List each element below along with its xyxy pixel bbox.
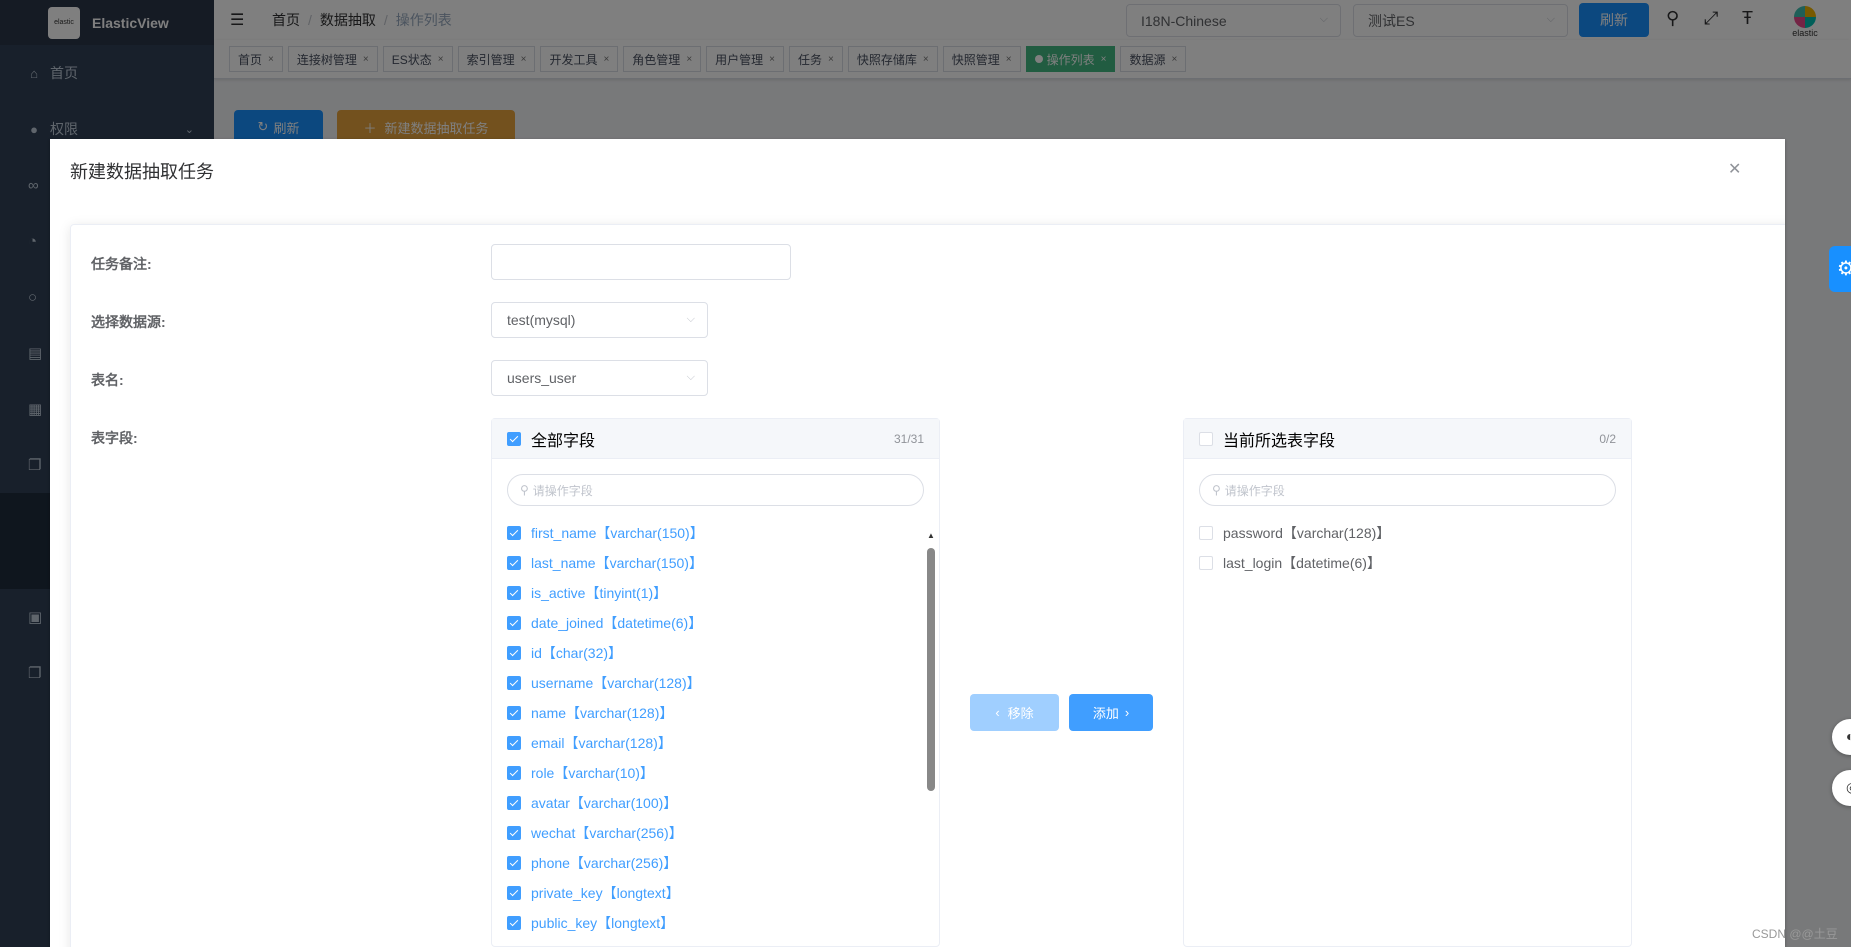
panel-count: 0/2	[1599, 431, 1616, 446]
item-checkbox[interactable]	[507, 646, 521, 660]
transfer-panel-selected: 当前所选表字段 0/2 ⚲ 请操作字段 password【varchar(128…	[1183, 418, 1632, 947]
item-checkbox[interactable]	[507, 886, 521, 900]
widget-icon: ◐	[1846, 728, 1851, 744]
list-item[interactable]: first_name【varchar(150)】	[492, 518, 939, 548]
settings-float-button[interactable]: ⚙	[1829, 246, 1851, 292]
item-checkbox[interactable]	[507, 526, 521, 540]
dialog-title: 新建数据抽取任务	[70, 162, 214, 182]
table-label: 表名:	[91, 372, 124, 388]
right-field-list: password【varchar(128)】 last_login【dateti…	[1184, 518, 1631, 578]
select-all-checkbox[interactable]	[1199, 431, 1213, 446]
panel-header: 当前所选表字段 0/2	[1184, 419, 1631, 459]
list-item[interactable]: public_key【longtext】	[492, 908, 939, 938]
item-checkbox[interactable]	[1199, 556, 1213, 570]
list-item[interactable]: name【varchar(128)】	[492, 698, 939, 728]
item-checkbox[interactable]	[507, 616, 521, 630]
item-checkbox[interactable]	[507, 556, 521, 570]
add-button[interactable]: 添加 ›	[1069, 694, 1153, 731]
panel-count: 31/31	[893, 431, 924, 446]
item-checkbox[interactable]	[507, 796, 521, 810]
select-all-checkbox[interactable]	[507, 431, 521, 446]
remark-label: 任务备注:	[91, 256, 152, 272]
left-list-scrollbar[interactable]	[927, 548, 935, 791]
list-item[interactable]: password【varchar(128)】	[1184, 518, 1631, 548]
close-icon[interactable]: ✕	[1728, 159, 1741, 179]
remark-input[interactable]	[491, 244, 791, 280]
list-item[interactable]: private_key【longtext】	[492, 878, 939, 908]
widget-icon: ◎	[1846, 779, 1851, 795]
list-item[interactable]: last_login【datetime(6)】	[1184, 548, 1631, 578]
panel-title: 全部字段	[531, 432, 596, 450]
left-field-list: first_name【varchar(150)】 last_name【varch…	[492, 518, 939, 938]
item-checkbox[interactable]	[507, 856, 521, 870]
item-checkbox[interactable]	[1199, 526, 1213, 540]
search-icon: ⚲	[520, 483, 529, 497]
item-checkbox[interactable]	[507, 676, 521, 690]
panel-title: 当前所选表字段	[1223, 432, 1336, 450]
list-item[interactable]: last_name【varchar(150)】	[492, 548, 939, 578]
chevron-down-icon: ⌵	[686, 371, 695, 383]
panel-header: 全部字段 31/31	[492, 419, 939, 459]
watermark: CSDN @@土豆	[1752, 927, 1838, 941]
datasource-select[interactable]: test(mysql) ⌵	[491, 302, 708, 338]
item-checkbox[interactable]	[507, 766, 521, 780]
list-item[interactable]: id【char(32)】	[492, 638, 939, 668]
item-checkbox[interactable]	[507, 586, 521, 600]
datasource-label: 选择数据源:	[91, 314, 166, 330]
chevron-down-icon: ⌵	[686, 313, 695, 325]
list-item[interactable]: role【varchar(10)】	[492, 758, 939, 788]
item-checkbox[interactable]	[507, 826, 521, 840]
scroll-up-arrow-icon[interactable]: ▲	[927, 531, 935, 540]
list-item[interactable]: email【varchar(128)】	[492, 728, 939, 758]
chevron-left-icon: ‹	[995, 705, 1000, 720]
table-select[interactable]: users_user ⌵	[491, 360, 708, 396]
list-item[interactable]: phone【varchar(256)】	[492, 848, 939, 878]
search-icon: ⚲	[1212, 483, 1221, 497]
list-item[interactable]: wechat【varchar(256)】	[492, 818, 939, 848]
list-item[interactable]: username【varchar(128)】	[492, 668, 939, 698]
item-checkbox[interactable]	[507, 706, 521, 720]
item-checkbox[interactable]	[507, 736, 521, 750]
remove-button[interactable]: ‹ 移除	[970, 694, 1059, 731]
left-filter-input[interactable]: ⚲ 请操作字段	[507, 474, 924, 506]
list-item[interactable]: is_active【tinyint(1)】	[492, 578, 939, 608]
fields-label: 表字段:	[91, 430, 138, 446]
gear-icon: ⚙	[1837, 258, 1851, 280]
list-item[interactable]: date_joined【datetime(6)】	[492, 608, 939, 638]
item-checkbox[interactable]	[507, 916, 521, 930]
right-filter-input[interactable]: ⚲ 请操作字段	[1199, 474, 1616, 506]
chevron-right-icon: ›	[1124, 705, 1130, 720]
list-item[interactable]: avatar【varchar(100)】	[492, 788, 939, 818]
transfer-panel-all: 全部字段 31/31 ⚲ 请操作字段 first_name【varchar(15…	[491, 418, 940, 947]
